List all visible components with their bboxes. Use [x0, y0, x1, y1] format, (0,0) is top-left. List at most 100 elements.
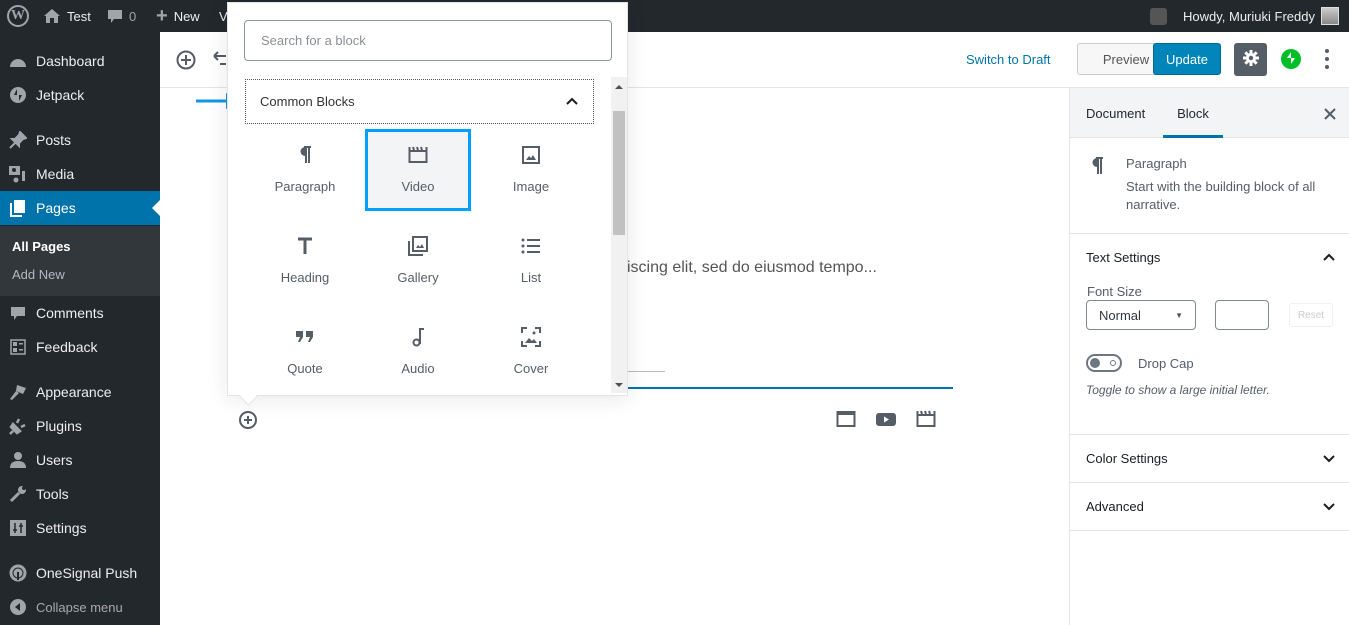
- custom-font-size-input[interactable]: [1215, 300, 1269, 330]
- font-size-select[interactable]: Normal ▼: [1086, 300, 1196, 330]
- avatar: [1320, 7, 1339, 25]
- user-account-menu[interactable]: Howdy, Muriuki Freddy: [1183, 0, 1339, 32]
- video-icon: [407, 143, 429, 167]
- add-block-icon[interactable]: [176, 50, 196, 73]
- pin-icon: [8, 130, 28, 150]
- settings-toggle-button[interactable]: [1234, 43, 1267, 76]
- paragraph-block[interactable]: iscing elit, sed do eiusmod tempo...: [627, 259, 877, 277]
- dashboard-icon: [8, 51, 28, 71]
- color-settings-panel[interactable]: Color Settings: [1070, 435, 1349, 483]
- toggle-off-indicator-icon: [1110, 360, 1116, 366]
- cover-icon: [520, 325, 542, 349]
- close-icon[interactable]: [1324, 104, 1336, 125]
- comments-link[interactable]: 0: [107, 0, 136, 32]
- drop-cap-label: Drop Cap: [1138, 356, 1194, 371]
- tab-block[interactable]: Block: [1163, 88, 1223, 138]
- block-quote[interactable]: Quote: [252, 311, 358, 393]
- embed-generic-icon[interactable]: [836, 410, 856, 431]
- reset-font-size-button[interactable]: Reset: [1289, 303, 1333, 327]
- block-paragraph[interactable]: Paragraph: [252, 129, 358, 211]
- block-gallery[interactable]: Gallery: [365, 220, 471, 302]
- common-blocks-panel-toggle[interactable]: Common Blocks: [245, 79, 594, 124]
- sidebar-item-pages[interactable]: Pages: [0, 191, 160, 225]
- chevron-up-icon[interactable]: [1322, 250, 1336, 265]
- pages-icon: [8, 198, 28, 218]
- sidebar-item-appearance[interactable]: Appearance: [0, 375, 160, 409]
- selected-block-border: [627, 387, 953, 389]
- jetpack-icon: [8, 85, 28, 105]
- block-search-input[interactable]: [244, 20, 612, 61]
- jetpack-bolt-icon: [1285, 51, 1297, 67]
- sidebar-item-plugins[interactable]: Plugins: [0, 409, 160, 443]
- gear-icon: [1242, 49, 1260, 70]
- feedback-icon: [8, 337, 28, 357]
- sidebar-item-users[interactable]: Users: [0, 443, 160, 477]
- video-icon[interactable]: [916, 410, 936, 431]
- notification-icon: [1150, 7, 1167, 25]
- paragraph-icon: [296, 143, 314, 167]
- admin-sidebar: Dashboard Jetpack Posts Media Pages All …: [0, 32, 160, 625]
- list-icon: [521, 234, 541, 258]
- drop-cap-help: Toggle to show a large initial letter.: [1086, 383, 1270, 397]
- wrench-icon: [8, 484, 28, 504]
- block-card-title: Paragraph: [1126, 156, 1187, 171]
- scrollbar-thumb[interactable]: [613, 111, 625, 235]
- scroll-up-arrow-icon[interactable]: [615, 81, 623, 89]
- chevron-up-icon: [565, 94, 579, 109]
- collapse-menu-button[interactable]: Collapse menu: [0, 590, 160, 624]
- block-heading[interactable]: Heading: [252, 220, 358, 302]
- notifications-button[interactable]: [1150, 0, 1167, 32]
- switch-to-draft-link[interactable]: Switch to Draft: [966, 52, 1051, 67]
- plugin-icon: [8, 416, 28, 436]
- youtube-icon[interactable]: [876, 410, 896, 431]
- scroll-down-arrow-icon[interactable]: [615, 383, 623, 391]
- paragraph-icon: [1088, 156, 1106, 181]
- sidebar-tabs: Document Block: [1070, 88, 1349, 138]
- sidebar-item-jetpack[interactable]: Jetpack: [0, 78, 160, 112]
- chevron-down-icon: [1322, 451, 1336, 466]
- media-icon: [8, 164, 28, 184]
- comment-icon: [107, 8, 123, 24]
- block-card: Paragraph Start with the building block …: [1070, 138, 1349, 234]
- new-content-link[interactable]: + New: [156, 0, 200, 32]
- block-cover[interactable]: Cover: [478, 311, 584, 393]
- comment-icon: [8, 303, 28, 323]
- submenu-all-pages[interactable]: All Pages: [12, 239, 71, 254]
- inserter-scrollbar[interactable]: [611, 77, 627, 393]
- drop-cap-toggle[interactable]: [1086, 354, 1122, 372]
- wordpress-logo-icon[interactable]: W: [7, 5, 29, 27]
- submenu-add-new[interactable]: Add New: [12, 267, 65, 282]
- undo-icon[interactable]: [212, 50, 228, 73]
- toggle-knob: [1090, 358, 1100, 368]
- add-block-inline-icon[interactable]: [238, 410, 258, 433]
- text-settings-toggle[interactable]: Text Settings: [1086, 250, 1160, 265]
- onesignal-icon: [8, 563, 28, 583]
- more-dot-icon: [1325, 49, 1329, 53]
- sidebar-item-tools[interactable]: Tools: [0, 477, 160, 511]
- site-name-link[interactable]: Test: [43, 0, 91, 32]
- sidebar-item-comments[interactable]: Comments: [0, 296, 160, 330]
- sidebar-item-media[interactable]: Media: [0, 157, 160, 191]
- image-icon: [521, 143, 541, 167]
- more-options-button[interactable]: [1320, 46, 1334, 72]
- advanced-panel[interactable]: Advanced: [1070, 483, 1349, 531]
- tab-document[interactable]: Document: [1086, 88, 1145, 138]
- block-image[interactable]: Image: [478, 129, 584, 211]
- heading-icon: [297, 234, 313, 258]
- block-inserter-popover: Common Blocks Paragraph Video Image Head…: [227, 2, 628, 396]
- update-button[interactable]: Update: [1153, 43, 1221, 75]
- home-icon: [43, 8, 61, 24]
- sidebar-item-dashboard[interactable]: Dashboard: [0, 44, 160, 78]
- pages-submenu: All Pages Add New: [0, 226, 160, 296]
- font-size-label: Font Size: [1087, 284, 1142, 299]
- block-list[interactable]: List: [478, 220, 584, 302]
- sidebar-item-onesignal[interactable]: OneSignal Push: [0, 556, 160, 590]
- block-audio[interactable]: Audio: [365, 311, 471, 393]
- block-card-description: Start with the building block of all nar…: [1126, 179, 1316, 212]
- sidebar-item-posts[interactable]: Posts: [0, 123, 160, 157]
- sidebar-item-settings[interactable]: Settings: [0, 511, 160, 545]
- block-video[interactable]: Video: [365, 129, 471, 211]
- jetpack-button[interactable]: [1281, 49, 1301, 69]
- sidebar-item-feedback[interactable]: Feedback: [0, 330, 160, 364]
- settings-sidebar: Document Block Paragraph Start with the …: [1069, 88, 1349, 625]
